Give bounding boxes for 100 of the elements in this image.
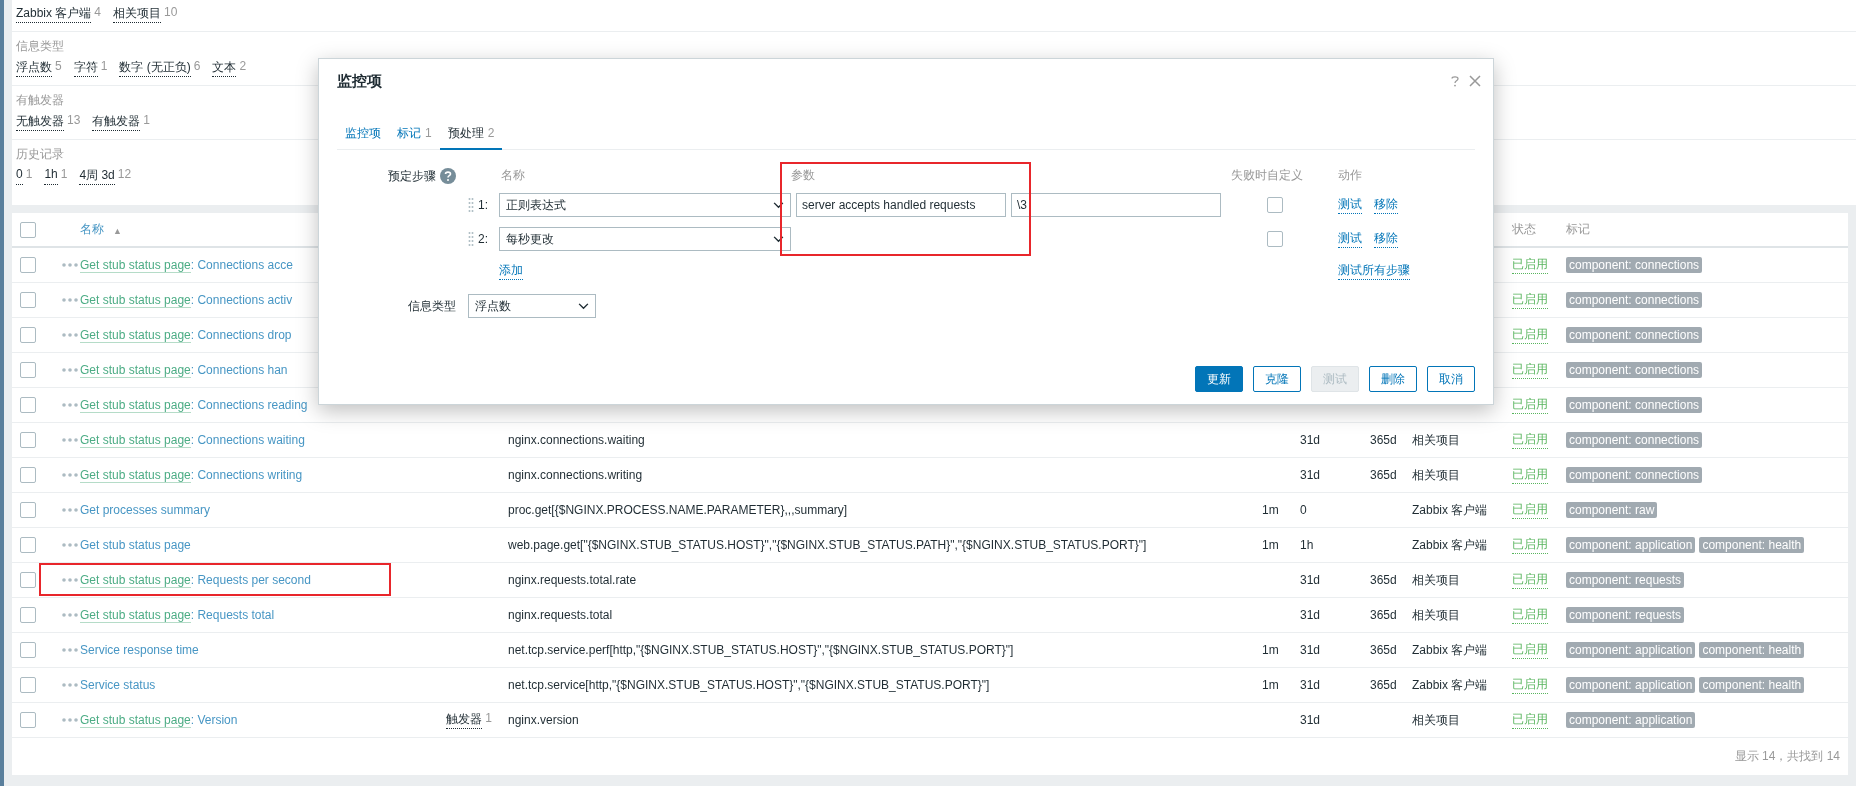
more-icon[interactable] [62,648,78,652]
item-link[interactable]: Requests total [197,608,275,622]
filter-link[interactable]: 4周 3d [79,167,115,185]
checkbox[interactable] [20,502,36,518]
template-link[interactable]: Get stub status page [80,608,191,623]
checkbox[interactable] [20,607,36,623]
help-icon[interactable] [1451,75,1459,87]
more-icon[interactable] [62,403,78,407]
close-icon[interactable] [1469,75,1481,87]
filter-link[interactable]: 1h [44,167,58,185]
status-link[interactable]: 已启用 [1512,536,1548,554]
test-all-link[interactable]: 测试所有步骤 [1338,262,1410,280]
template-link[interactable]: Get stub status page [80,573,191,588]
status-link[interactable]: 已启用 [1512,466,1548,484]
action-link[interactable]: 测试 [1338,230,1362,248]
item-link[interactable]: Service status [80,678,156,692]
step-type-select[interactable]: 每秒更改 [499,227,791,251]
status-link[interactable]: 已启用 [1512,326,1548,344]
filter-link[interactable]: 浮点数 [16,59,52,77]
checkbox[interactable] [20,677,36,693]
status-link[interactable]: 已启用 [1512,571,1548,589]
item-link[interactable]: Requests per second [197,573,311,587]
more-icon[interactable] [62,683,78,687]
tab[interactable]: 监控项 [337,125,389,150]
more-icon[interactable] [62,368,78,372]
checkbox[interactable] [20,467,36,483]
checkbox[interactable] [20,257,36,273]
action-link[interactable]: 移除 [1374,230,1398,248]
more-icon[interactable] [62,263,78,267]
more-icon[interactable] [62,543,78,547]
filter-link[interactable]: 文本 [212,59,237,77]
add-link[interactable]: 添加 [499,262,523,280]
checkbox[interactable] [20,362,36,378]
item-link[interactable]: Service response time [80,643,199,657]
item-link[interactable]: Connections drop [197,328,292,342]
filter-link[interactable]: 无触发器 [16,113,64,131]
triggers-link[interactable]: 触发器 [446,711,483,729]
help-icon[interactable] [440,168,456,184]
template-link[interactable]: Get stub status page [80,363,191,378]
checkbox[interactable] [20,537,36,553]
filter-link[interactable]: 有触发器 [92,113,141,131]
dialog-button[interactable]: 删除 [1369,366,1417,392]
info-type-select[interactable]: 浮点数 [468,294,596,318]
checkbox[interactable] [20,327,36,343]
item-link[interactable]: Get processes summary [80,503,211,517]
checkbox[interactable] [20,292,36,308]
filter-link[interactable]: Zabbix 客户端 [16,5,92,23]
status-link[interactable]: 已启用 [1512,711,1548,729]
status-link[interactable]: 已启用 [1512,361,1548,379]
item-link[interactable]: Version [197,713,238,727]
more-icon[interactable] [62,613,78,617]
more-icon[interactable] [62,298,78,302]
drag-handle-icon[interactable] [468,197,474,213]
checkbox[interactable] [20,397,36,413]
status-link[interactable]: 已启用 [1512,676,1548,694]
drag-handle-icon[interactable] [468,231,474,247]
dialog-button[interactable]: 更新 [1195,366,1243,392]
template-link[interactable]: Get stub status page [80,433,191,448]
template-link[interactable]: Get stub status page [80,328,191,343]
name-column-header[interactable]: 名称 [80,221,104,238]
item-link[interactable]: Connections acce [197,258,293,272]
action-link[interactable]: 移除 [1374,196,1398,214]
more-icon[interactable] [62,508,78,512]
checkbox[interactable] [20,221,36,238]
step-type-select[interactable]: 正则表达式 [499,193,791,217]
template-link[interactable]: Get stub status page [80,293,191,308]
status-link[interactable]: 已启用 [1512,606,1548,624]
filter-link[interactable]: 0 [16,167,23,185]
checkbox[interactable] [1266,197,1283,213]
checkbox[interactable] [20,642,36,658]
dialog-button[interactable]: 克隆 [1253,366,1301,392]
more-icon[interactable] [62,333,78,337]
item-link[interactable]: Connections activ [197,293,293,307]
item-link[interactable]: Connections writing [197,468,303,482]
checkbox[interactable] [20,572,36,588]
tab[interactable]: 预处理 2 [439,125,503,150]
action-link[interactable]: 测试 [1338,196,1362,214]
status-link[interactable]: 已启用 [1512,396,1548,414]
more-icon[interactable] [62,438,78,442]
filter-link[interactable]: 数字 (无正负) [119,59,191,77]
template-link[interactable]: Get stub status page [80,713,191,728]
item-link[interactable]: Connections reading [197,398,308,412]
checkbox[interactable] [20,712,36,728]
parameter-field[interactable]: server accepts handled requests [796,193,1006,217]
item-link[interactable]: Connections waiting [197,433,305,447]
template-link[interactable]: Get stub status page [80,398,191,413]
template-link[interactable]: Get stub status page [80,468,191,483]
item-link[interactable]: Connections han [197,363,288,377]
checkbox[interactable] [20,432,36,448]
checkbox[interactable] [1266,231,1283,247]
item-link[interactable]: Get stub status page [80,538,191,552]
status-link[interactable]: 已启用 [1512,641,1548,659]
dialog-button[interactable]: 取消 [1427,366,1475,392]
status-link[interactable]: 已启用 [1512,501,1548,519]
status-link[interactable]: 已启用 [1512,431,1548,449]
status-link[interactable]: 已启用 [1512,256,1548,274]
filter-link[interactable]: 字符 [73,59,98,77]
more-icon[interactable] [62,473,78,477]
template-link[interactable]: Get stub status page [80,258,191,273]
more-icon[interactable] [62,718,78,722]
